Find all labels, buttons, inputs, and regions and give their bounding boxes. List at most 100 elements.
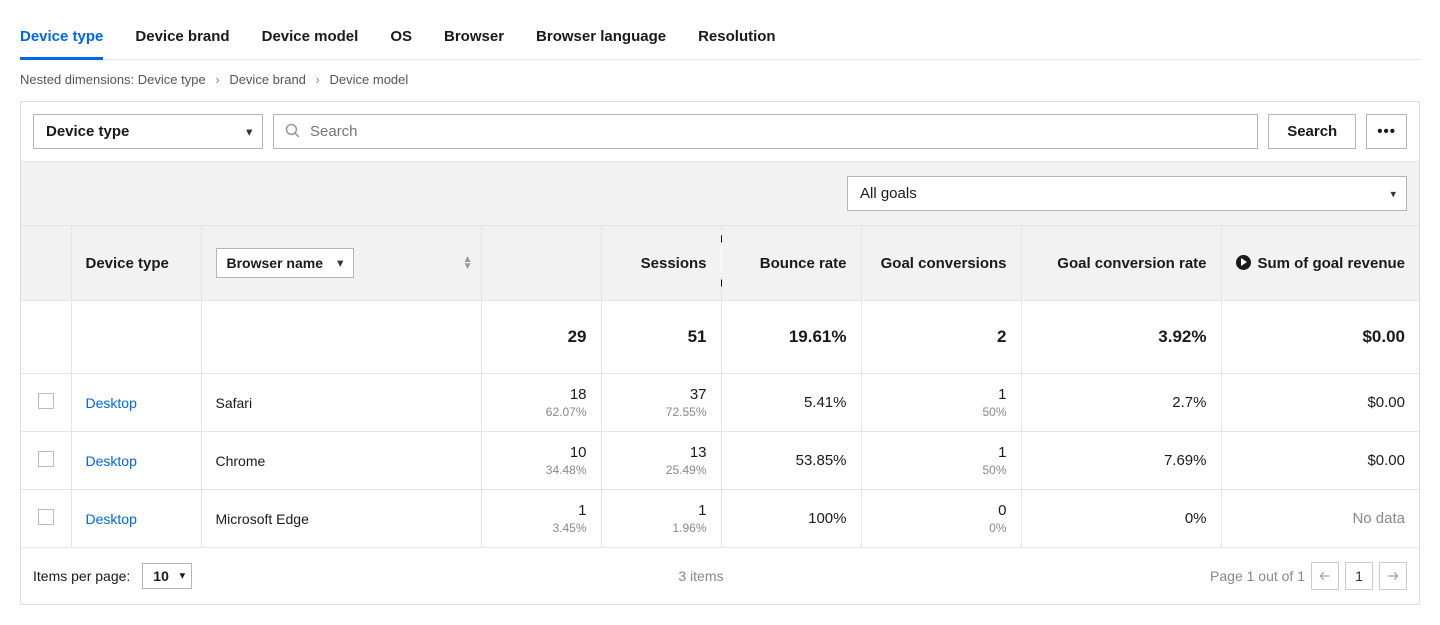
tab-device-model[interactable]: Device model: [262, 20, 359, 60]
goal-conv-value: 1: [876, 444, 1007, 461]
tab-device-brand[interactable]: Device brand: [135, 20, 229, 60]
bounce-value: 5.41%: [736, 394, 847, 411]
device-type-link[interactable]: Desktop: [86, 511, 137, 527]
sessions-pct: 1.96%: [616, 521, 707, 535]
totals-sessions: 51: [601, 301, 721, 374]
sort-icon[interactable]: ▲▼: [463, 256, 473, 270]
col-checkbox: [21, 226, 71, 301]
users-pct: 3.45%: [496, 521, 587, 535]
browser-name-select[interactable]: Browser name ▾: [216, 248, 354, 278]
col-bounce-rate[interactable]: Bounce rate: [721, 226, 861, 301]
breadcrumb: Nested dimensions: Device type › Device …: [20, 72, 1420, 87]
table-row: Desktop Safari 18 62.07% 37 72.55% 5.41% 1…: [21, 374, 1419, 432]
col-goal-conversions[interactable]: Goal conversions: [861, 226, 1021, 301]
sessions-pct: 72.55%: [616, 405, 707, 419]
goal-rev-value: No data: [1236, 510, 1406, 527]
col-device-type[interactable]: Device type: [71, 226, 201, 301]
dimension-select-label: Device type: [46, 123, 129, 140]
goal-conv-pct: 50%: [876, 405, 1007, 419]
chevron-right-icon: ›: [316, 72, 320, 87]
col-goal-revenue-label: Sum of goal revenue: [1257, 255, 1405, 272]
chevron-down-icon: ▾: [246, 125, 252, 138]
totals-goal-rate: 3.92%: [1021, 301, 1221, 374]
items-per-page-label: Items per page:: [33, 568, 130, 584]
totals-bounce: 19.61%: [721, 301, 861, 374]
browser-cell: Safari: [201, 374, 481, 432]
users-value: 1: [496, 502, 587, 519]
tab-device-type[interactable]: Device type: [20, 20, 103, 60]
users-pct: 62.07%: [496, 405, 587, 419]
items-per-page-value: 10: [153, 568, 169, 584]
bounce-value: 53.85%: [736, 452, 847, 469]
chevron-down-icon: ▾: [337, 257, 343, 270]
device-type-link[interactable]: Desktop: [86, 395, 137, 411]
breadcrumb-prefix: Nested dimensions:: [20, 72, 134, 87]
goal-rate-value: 7.69%: [1036, 452, 1207, 469]
breadcrumb-item[interactable]: Device brand: [229, 72, 306, 87]
prev-page-button[interactable]: [1311, 562, 1339, 590]
dimension-tabs: Device type Device brand Device model OS…: [20, 20, 1420, 60]
sessions-pct: 25.49%: [616, 463, 707, 477]
table-footer: Items per page: 10 ▾ 3 items Page 1 out …: [21, 547, 1419, 604]
goal-rev-value: $0.00: [1236, 452, 1406, 469]
controls-row: Device type ▾ Search •••: [21, 102, 1419, 161]
goals-bar: All goals ▾: [21, 161, 1419, 225]
items-per-page-select[interactable]: 10 ▾: [142, 563, 192, 589]
browser-name-select-label: Browser name: [227, 255, 323, 271]
goals-select-label: All goals: [860, 185, 917, 202]
device-type-link[interactable]: Desktop: [86, 453, 137, 469]
goal-conv-pct: 50%: [876, 463, 1007, 477]
chevron-right-icon: ›: [215, 72, 219, 87]
goals-select[interactable]: All goals ▾: [847, 176, 1407, 211]
pager: Page 1 out of 1 1: [1210, 562, 1407, 590]
play-icon: [1236, 255, 1251, 270]
data-table: Device type Browser name ▾ ▲▼ Sessi: [21, 225, 1419, 547]
chevron-down-icon: ▾: [180, 571, 185, 582]
table-row: Desktop Chrome 1034.48% 1325.49% 53.85% …: [21, 432, 1419, 490]
totals-goal-rev: $0.00: [1221, 301, 1419, 374]
chevron-down-icon: ▾: [1390, 187, 1396, 200]
sessions-value: 37: [616, 386, 707, 403]
goal-rate-value: 0%: [1036, 510, 1207, 527]
col-goal-conversion-rate[interactable]: Goal conversion rate: [1021, 226, 1221, 301]
tab-browser[interactable]: Browser: [444, 20, 504, 60]
col-sessions[interactable]: Sessions: [601, 226, 721, 301]
users-pct: 34.48%: [496, 463, 587, 477]
sessions-value: 1: [616, 502, 707, 519]
goal-conv-value: 1: [876, 386, 1007, 403]
row-checkbox[interactable]: [38, 509, 54, 525]
dimension-select[interactable]: Device type ▾: [33, 114, 263, 149]
tab-os[interactable]: OS: [390, 20, 412, 60]
users-value: 18: [496, 386, 587, 403]
table-row: Desktop Microsoft Edge 1 3.45% 1 1.96% 100…: [21, 490, 1419, 548]
search-input[interactable]: [274, 115, 1257, 148]
bounce-value: 100%: [736, 510, 847, 527]
browser-cell: Chrome: [201, 432, 481, 490]
goal-rate-value: 2.7%: [1036, 394, 1207, 411]
col-users[interactable]: [481, 226, 601, 301]
goal-conv-value: 0: [876, 502, 1007, 519]
search-button[interactable]: Search: [1268, 114, 1356, 149]
row-checkbox[interactable]: [38, 393, 54, 409]
totals-users: 29: [481, 301, 601, 374]
breadcrumb-item[interactable]: Device type: [138, 72, 206, 87]
tab-browser-language[interactable]: Browser language: [536, 20, 666, 60]
current-page[interactable]: 1: [1345, 562, 1373, 590]
col-browser-name: Browser name ▾ ▲▼: [201, 226, 481, 301]
users-value: 10: [496, 444, 587, 461]
browser-cell: Microsoft Edge: [201, 490, 481, 548]
row-checkbox[interactable]: [38, 451, 54, 467]
goal-conv-pct: 0%: [876, 521, 1007, 535]
row-count: 3 items: [192, 568, 1210, 584]
totals-goal-conv: 2: [861, 301, 1021, 374]
more-options-button[interactable]: •••: [1366, 114, 1407, 149]
page-status: Page 1 out of 1: [1210, 568, 1305, 584]
col-goal-revenue[interactable]: Sum of goal revenue: [1221, 226, 1419, 301]
report-panel: Device type ▾ Search ••• All goals ▾ Dev…: [20, 101, 1420, 605]
totals-row: 29 51 19.61% 2 3.92% $0.00: [21, 301, 1419, 374]
tab-resolution[interactable]: Resolution: [698, 20, 776, 60]
breadcrumb-item[interactable]: Device model: [330, 72, 409, 87]
search-field[interactable]: [273, 114, 1258, 149]
sessions-value: 13: [616, 444, 707, 461]
next-page-button[interactable]: [1379, 562, 1407, 590]
